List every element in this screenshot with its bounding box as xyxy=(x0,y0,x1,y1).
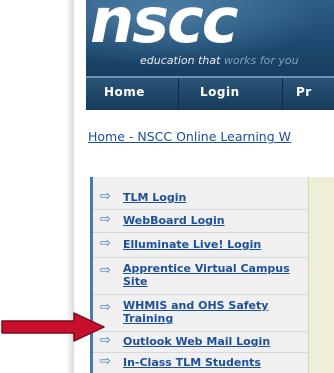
nav-separator xyxy=(178,78,179,110)
tagline-highlight: works for you xyxy=(223,54,299,67)
tagline-prefix: education that xyxy=(140,54,224,67)
menu-item-label[interactable]: In-Class TLM Students xyxy=(123,356,313,369)
red-pointer-arrow-icon xyxy=(1,312,105,342)
header-banner: nscc education that works for you xyxy=(86,0,334,76)
menu-item-label[interactable]: Outlook Web Mail Login xyxy=(123,335,313,348)
nav-item-partial[interactable]: Pr xyxy=(296,85,312,99)
menu-item-label[interactable]: WHMIS and OHS Safety Training xyxy=(123,299,313,325)
tagline: education that works for you xyxy=(140,54,299,67)
menu-item-elluminate-login[interactable]: ⇨ Elluminate Live! Login xyxy=(93,233,317,258)
browser-page: nscc education that works for you Home L… xyxy=(74,0,334,373)
side-menu: ⇨ TLM Login ⇨ WebBoard Login ⇨ Elluminat… xyxy=(90,177,325,373)
nav-separator xyxy=(282,78,283,110)
arrow-right-icon: ⇨ xyxy=(100,354,111,369)
menu-item-label[interactable]: Elluminate Live! Login xyxy=(123,238,313,251)
nav-item-home[interactable]: Home xyxy=(104,85,145,99)
menu-item-label[interactable]: Apprentice Virtual Campus Site xyxy=(123,262,313,288)
menu-item-outlook-web-mail[interactable]: ⇨ Outlook Web Mail Login xyxy=(93,332,317,353)
menu-item-webboard-login[interactable]: ⇨ WebBoard Login xyxy=(93,210,317,233)
menu-item-whmis-training[interactable]: ⇨ WHMIS and OHS Safety Training xyxy=(93,295,317,332)
menu-item-in-class-tlm[interactable]: ⇨ In-Class TLM Students xyxy=(93,353,317,373)
content-panel-edge xyxy=(308,177,334,373)
menu-item-apprentice-campus[interactable]: ⇨ Apprentice Virtual Campus Site xyxy=(93,258,317,295)
breadcrumb[interactable]: Home - NSCC Online Learning W xyxy=(88,129,291,144)
menu-item-label[interactable]: WebBoard Login xyxy=(123,214,313,227)
arrow-right-icon: ⇨ xyxy=(100,236,111,251)
main-nav: Home Login Pr xyxy=(86,76,334,110)
arrow-right-icon: ⇨ xyxy=(100,212,111,227)
arrow-right-icon: ⇨ xyxy=(100,189,111,204)
arrow-right-icon: ⇨ xyxy=(100,263,111,278)
menu-item-tlm-login[interactable]: ⇨ TLM Login xyxy=(93,187,317,210)
pointer-arrow-shape xyxy=(1,312,105,342)
nav-item-login[interactable]: Login xyxy=(200,85,240,99)
nscc-logo[interactable]: nscc xyxy=(90,0,239,52)
menu-item-label[interactable]: TLM Login xyxy=(123,191,313,204)
